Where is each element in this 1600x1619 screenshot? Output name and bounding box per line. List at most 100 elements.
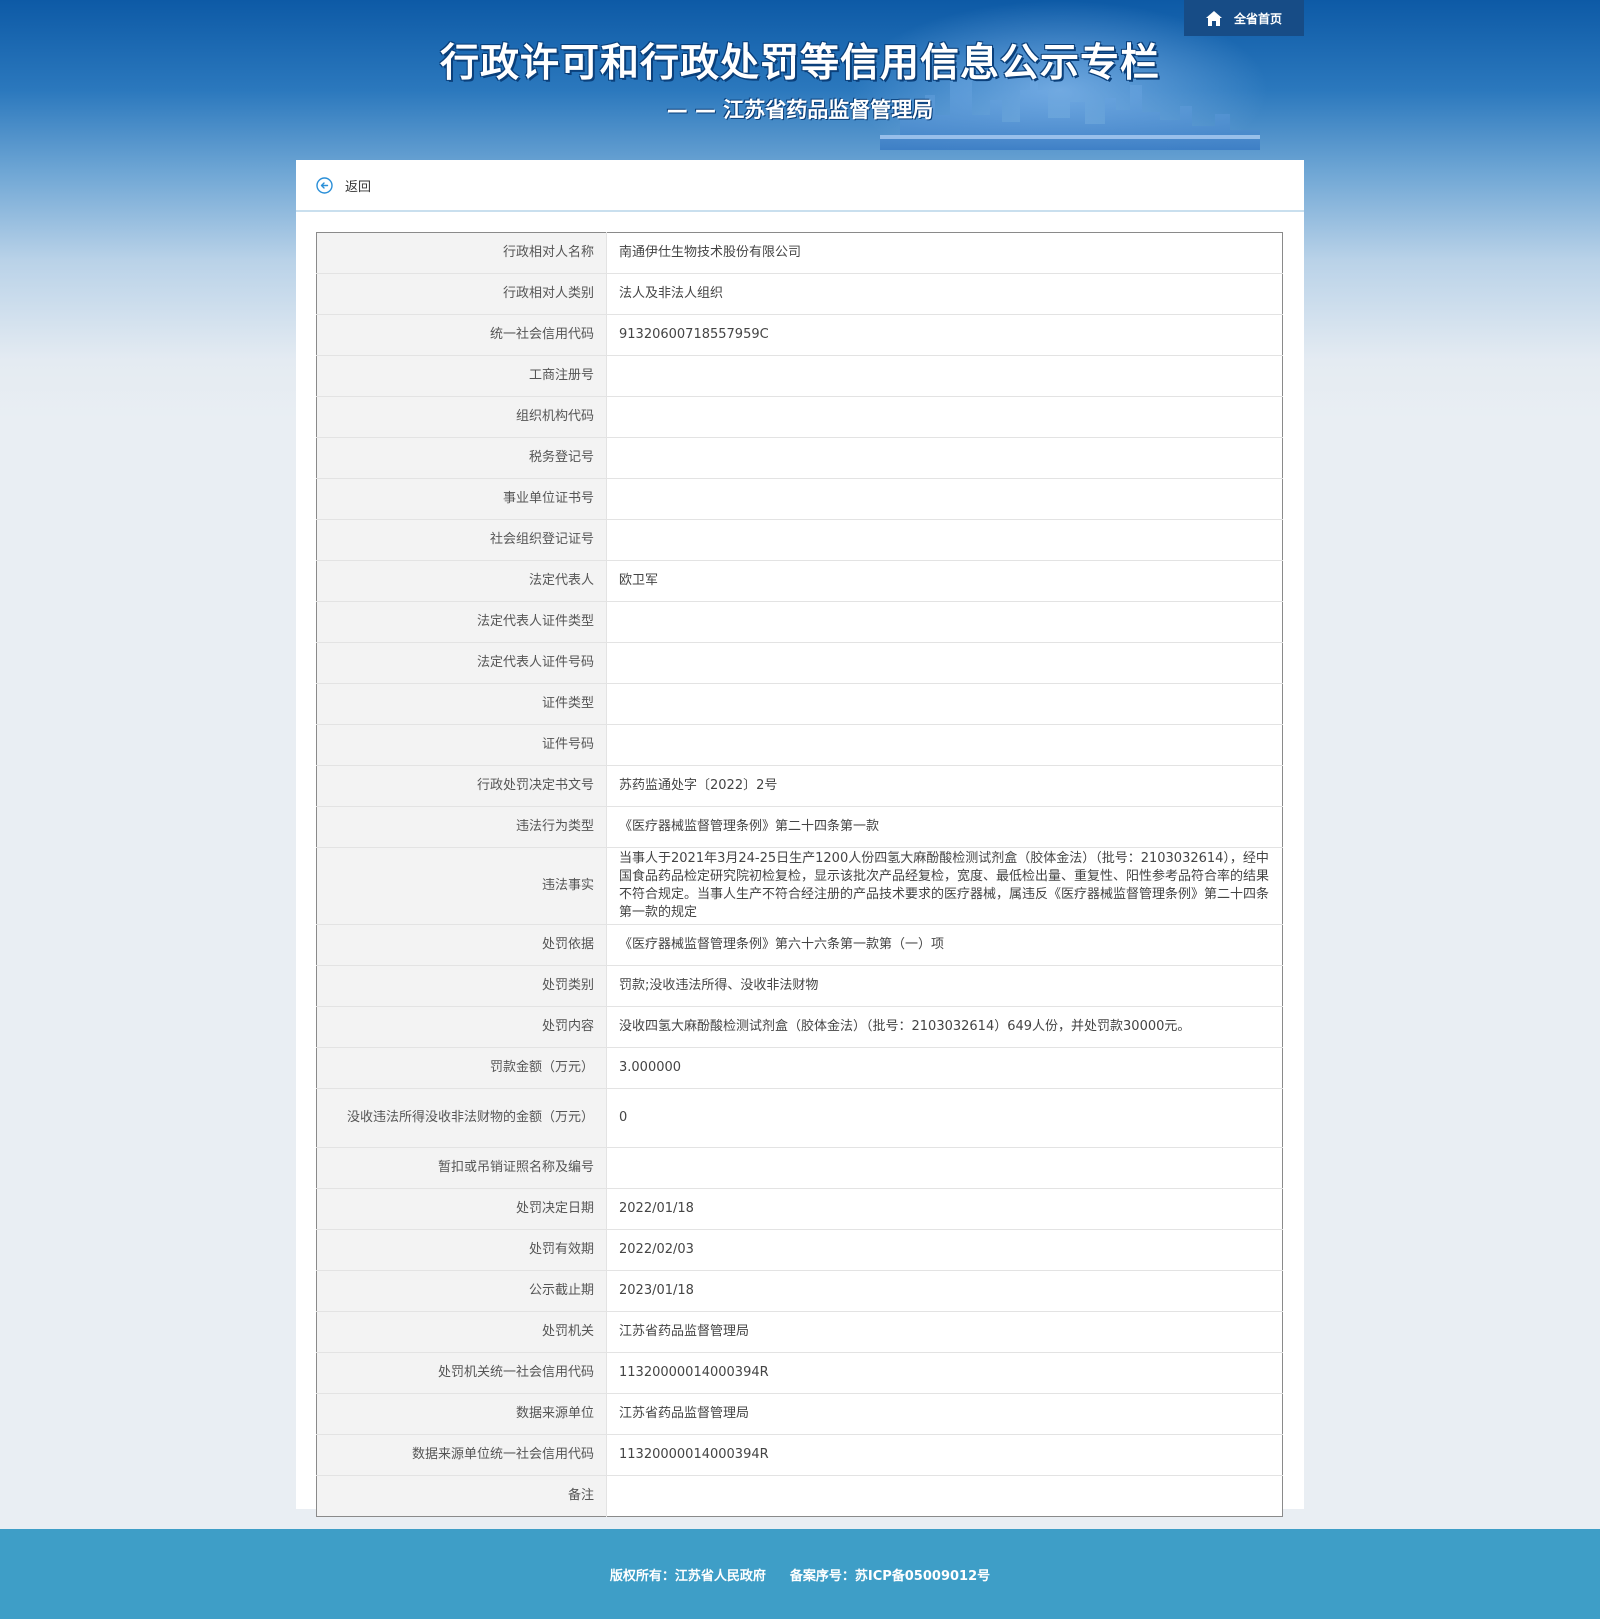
row-label: 法定代表人	[316, 560, 607, 602]
row-label: 处罚依据	[316, 924, 607, 966]
row-label: 法定代表人证件类型	[316, 601, 607, 643]
table-row: 工商注册号	[316, 355, 1283, 397]
table-row: 罚款金额（万元） 3.000000	[316, 1047, 1283, 1089]
row-value: 0	[606, 1088, 1283, 1148]
table-row: 统一社会信用代码 91320600718557959C	[316, 314, 1283, 356]
row-label: 数据来源单位统一社会信用代码	[316, 1434, 607, 1476]
row-value: 没收四氢大麻酚酸检测试剂盒（胶体金法）（批号：2103032614）649人份，…	[606, 1006, 1283, 1048]
row-value	[606, 478, 1283, 520]
table-row: 法定代表人证件类型	[316, 601, 1283, 643]
row-label: 处罚类别	[316, 965, 607, 1007]
row-value	[606, 601, 1283, 643]
row-value: 《医疗器械监督管理条例》第六十六条第一款第（一）项	[606, 924, 1283, 966]
row-label: 处罚机关	[316, 1311, 607, 1353]
row-label: 组织机构代码	[316, 396, 607, 438]
table-row: 处罚决定日期 2022/01/18	[316, 1188, 1283, 1230]
row-value: 91320600718557959C	[606, 314, 1283, 356]
footer: 版权所有：江苏省人民政府 备案序号：苏ICP备05009012号	[0, 1529, 1600, 1619]
row-label: 行政相对人类别	[316, 273, 607, 315]
table-row: 没收违法所得没收非法财物的金额（万元） 0	[316, 1088, 1283, 1148]
row-label: 社会组织登记证号	[316, 519, 607, 561]
table-row: 法定代表人 欧卫军	[316, 560, 1283, 602]
row-label: 工商注册号	[316, 355, 607, 397]
row-value: 3.000000	[606, 1047, 1283, 1089]
home-button[interactable]: 全省首页	[1184, 0, 1304, 36]
row-label: 统一社会信用代码	[316, 314, 607, 356]
row-label: 违法行为类型	[316, 806, 607, 848]
table-row: 数据来源单位 江苏省药品监督管理局	[316, 1393, 1283, 1435]
table-row: 税务登记号	[316, 437, 1283, 479]
penalty-info-table: 行政相对人名称 南通伊仕生物技术股份有限公司 行政相对人类别 法人及非法人组织 统一社会…	[316, 232, 1283, 1517]
row-value: 《医疗器械监督管理条例》第二十四条第一款	[606, 806, 1283, 848]
table-row: 事业单位证书号	[316, 478, 1283, 520]
row-value	[606, 355, 1283, 397]
row-label: 备注	[316, 1475, 607, 1517]
row-label: 行政处罚决定书文号	[316, 765, 607, 807]
table-row: 法定代表人证件号码	[316, 642, 1283, 684]
footer-copyright: 版权所有：江苏省人民政府	[609, 1568, 766, 1584]
back-arrow-icon	[316, 176, 333, 194]
row-label: 罚款金额（万元）	[316, 1047, 607, 1089]
home-icon	[1205, 10, 1222, 26]
detail-panel: 返回 行政相对人名称 南通伊仕生物技术股份有限公司 行政相对人类别 法人及非法人组织统…	[296, 160, 1304, 1517]
row-label: 税务登记号	[316, 437, 607, 479]
table-row: 行政相对人类别 法人及非法人组织	[316, 273, 1283, 315]
row-label: 公示截止期	[316, 1270, 607, 1312]
home-button-label: 全省首页	[1233, 11, 1282, 26]
row-label: 行政相对人名称	[316, 232, 607, 274]
row-value: 苏药监通处字〔2022〕2号	[606, 765, 1283, 807]
row-value: 罚款;没收违法所得、没收非法财物	[606, 965, 1283, 1007]
row-value: 11320000014000394R	[606, 1352, 1283, 1394]
table-row: 证件类型	[316, 683, 1283, 725]
table-row: 处罚机关 江苏省药品监督管理局	[316, 1311, 1283, 1353]
row-value: 法人及非法人组织	[606, 273, 1283, 315]
row-label: 证件类型	[316, 683, 607, 725]
row-label: 违法事实	[316, 847, 607, 925]
page-title: 行政许可和行政处罚等信用信息公示专栏	[439, 41, 1160, 86]
row-value	[606, 683, 1283, 725]
row-label: 处罚决定日期	[316, 1188, 607, 1230]
row-value	[606, 1147, 1283, 1189]
row-value: 11320000014000394R	[606, 1434, 1283, 1476]
row-value: 江苏省药品监督管理局	[606, 1311, 1283, 1353]
table-row: 暂扣或吊销证照名称及编号	[316, 1147, 1283, 1189]
row-value: 当事人于2021年3月24-25日生产1200人份四氢大麻酚酸检测试剂盒（胶体金…	[606, 847, 1283, 925]
table-row: 处罚内容 没收四氢大麻酚酸检测试剂盒（胶体金法）（批号：2103032614）64…	[316, 1006, 1283, 1048]
row-label: 法定代表人证件号码	[316, 642, 607, 684]
row-value	[606, 642, 1283, 684]
row-value: 2022/01/18	[606, 1188, 1283, 1230]
back-button[interactable]: 返回	[296, 160, 1304, 212]
row-label: 处罚有效期	[316, 1229, 607, 1271]
row-value: 南通伊仕生物技术股份有限公司	[606, 232, 1283, 274]
row-value: 2022/02/03	[606, 1229, 1283, 1271]
row-value: 2023/01/18	[606, 1270, 1283, 1312]
row-value	[606, 519, 1283, 561]
table-row: 组织机构代码	[316, 396, 1283, 438]
row-label: 证件号码	[316, 724, 607, 766]
row-value	[606, 724, 1283, 766]
table-row: 行政处罚决定书文号 苏药监通处字〔2022〕2号	[316, 765, 1283, 807]
row-label: 暂扣或吊销证照名称及编号	[316, 1147, 607, 1189]
table-row: 数据来源单位统一社会信用代码 11320000014000394R	[316, 1434, 1283, 1476]
table-row: 违法事实 当事人于2021年3月24-25日生产1200人份四氢大麻酚酸检测试剂盒…	[316, 847, 1283, 925]
footer-icp: 备案序号：苏ICP备05009012号	[789, 1568, 991, 1584]
table-row: 社会组织登记证号	[316, 519, 1283, 561]
table-row: 公示截止期 2023/01/18	[316, 1270, 1283, 1312]
table-row: 违法行为类型 《医疗器械监督管理条例》第二十四条第一款	[316, 806, 1283, 848]
row-label: 没收违法所得没收非法财物的金额（万元）	[316, 1088, 607, 1148]
row-value	[606, 396, 1283, 438]
back-label: 返回	[345, 179, 372, 195]
row-value: 江苏省药品监督管理局	[606, 1393, 1283, 1435]
row-label: 处罚机关统一社会信用代码	[316, 1352, 607, 1394]
table-row: 证件号码	[316, 724, 1283, 766]
table-row: 行政相对人名称 南通伊仕生物技术股份有限公司	[316, 232, 1283, 274]
table-row: 处罚依据 《医疗器械监督管理条例》第六十六条第一款第（一）项	[316, 924, 1283, 966]
row-value	[606, 1475, 1283, 1517]
table-row: 处罚类别 罚款;没收违法所得、没收非法财物	[316, 965, 1283, 1007]
row-value	[606, 437, 1283, 479]
row-label: 处罚内容	[316, 1006, 607, 1048]
row-label: 数据来源单位	[316, 1393, 607, 1435]
table-row: 处罚机关统一社会信用代码 11320000014000394R	[316, 1352, 1283, 1394]
page-subtitle: — — 江苏省药品监督管理局	[666, 98, 934, 122]
row-value: 欧卫军	[606, 560, 1283, 602]
